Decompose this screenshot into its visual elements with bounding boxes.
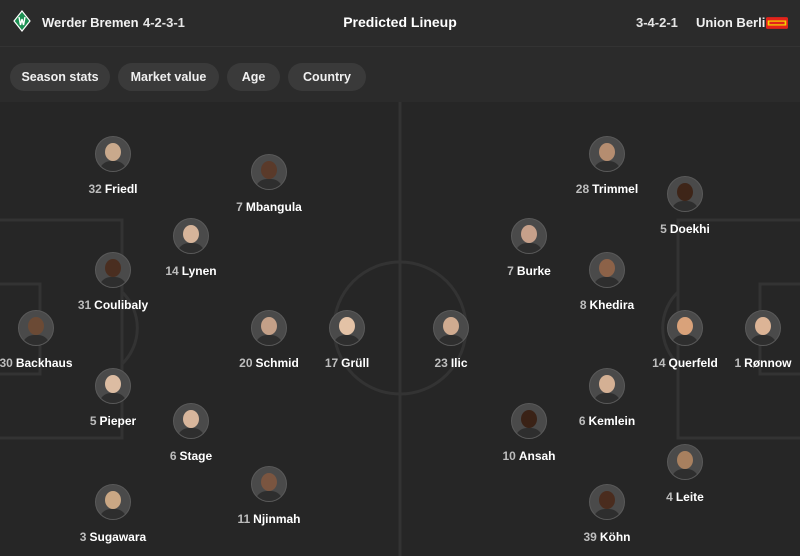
- player-coulibaly[interactable]: 31 Coulibaly: [53, 252, 173, 312]
- player-number: 11: [237, 512, 251, 526]
- player-kohn[interactable]: 39 Köhn: [547, 484, 667, 544]
- player-khedira[interactable]: 8 Khedira: [547, 252, 667, 312]
- player-number: 28: [575, 182, 590, 196]
- player-name: Njinmah: [253, 512, 301, 526]
- player-avatar: [95, 484, 131, 520]
- player-name: Rønnow: [744, 356, 792, 370]
- player-number: 7: [507, 264, 514, 278]
- player-label: 11 Njinmah: [209, 512, 329, 526]
- player-avatar: [95, 252, 131, 288]
- player-number: 1: [734, 356, 742, 370]
- player-avatar: [511, 403, 547, 439]
- player-name: Doekhi: [669, 222, 710, 236]
- player-label: 17 Grüll: [287, 356, 407, 370]
- player-label: 32 Friedl: [53, 182, 173, 196]
- player-avatar: [511, 218, 547, 254]
- player-avatar: [667, 444, 703, 480]
- tab-market-value[interactable]: Market value: [118, 63, 219, 91]
- player-avatar: [589, 252, 625, 288]
- player-avatar: [18, 310, 54, 346]
- player-name: Burke: [516, 264, 551, 278]
- pitch: 32 Friedl 7 Mbangula 14 Lynen 31 Coulibaly 3…: [0, 102, 800, 556]
- player-avatar: [589, 484, 625, 520]
- player-label: 7 Mbangula: [209, 200, 329, 214]
- player-avatar: [745, 310, 781, 346]
- player-number: 5: [660, 222, 667, 236]
- player-name: Stage: [179, 449, 213, 463]
- player-avatar: [173, 218, 209, 254]
- player-avatar: [667, 176, 703, 212]
- union-berlin-logo-icon: [766, 17, 788, 29]
- player-mbangula[interactable]: 7 Mbangula: [209, 154, 329, 214]
- player-avatar: [95, 136, 131, 172]
- player-doekhi[interactable]: 5 Doekhi: [625, 176, 745, 236]
- player-avatar: [95, 368, 131, 404]
- player-name: Ansah: [518, 449, 556, 463]
- away-formation: 3-4-2-1: [636, 15, 678, 30]
- player-friedl[interactable]: 32 Friedl: [53, 136, 173, 196]
- player-label: 6 Stage: [131, 449, 251, 463]
- player-name: Mbangula: [245, 200, 302, 214]
- player-number: 32: [88, 182, 102, 196]
- player-avatar: [433, 310, 469, 346]
- player-number: 30: [0, 356, 13, 370]
- player-grull[interactable]: 17 Grüll: [287, 310, 407, 370]
- player-label: 10 Ansah: [469, 449, 589, 463]
- player-ilic[interactable]: 23 Ilic: [391, 310, 511, 370]
- player-number: 6: [169, 449, 177, 463]
- player-name: Lynen: [181, 264, 217, 278]
- player-njinmah[interactable]: 11 Njinmah: [209, 466, 329, 526]
- player-avatar: [251, 154, 287, 190]
- player-label: 1 Rønnow: [703, 356, 800, 370]
- player-avatar: [251, 310, 287, 346]
- player-label: 5 Doekhi: [625, 222, 745, 236]
- player-avatar: [173, 403, 209, 439]
- player-label: 3 Sugawara: [53, 530, 173, 544]
- player-number: 23: [434, 356, 448, 370]
- player-name: Coulibaly: [94, 298, 149, 312]
- player-number: 4: [666, 490, 673, 504]
- player-number: 7: [236, 200, 243, 214]
- player-label: 39 Köhn: [547, 530, 667, 544]
- tab-season-stats[interactable]: Season stats: [10, 63, 110, 91]
- player-avatar: [251, 466, 287, 502]
- tab-country[interactable]: Country: [288, 63, 366, 91]
- player-number: 5: [89, 414, 97, 428]
- player-name: Ilic: [450, 356, 468, 370]
- player-label: 23 Ilic: [391, 356, 511, 370]
- player-number: 3: [79, 530, 87, 544]
- player-number: 10: [502, 449, 516, 463]
- player-number: 8: [579, 298, 587, 312]
- lineup-header: Werder Bremen 4-2-3-1 Predicted Lineup 3…: [0, 0, 800, 46]
- player-name: Kemlein: [588, 414, 636, 428]
- player-number: 39: [583, 530, 597, 544]
- player-avatar: [589, 136, 625, 172]
- player-number: 20: [239, 356, 253, 370]
- player-name: Grüll: [341, 356, 370, 370]
- player-name: Sugawara: [89, 530, 147, 544]
- player-name: Friedl: [104, 182, 138, 196]
- player-ronnow[interactable]: 1 Rønnow: [703, 310, 800, 370]
- player-backhaus[interactable]: 30 Backhaus: [0, 310, 96, 370]
- player-stage[interactable]: 6 Stage: [131, 403, 251, 463]
- player-avatar: [329, 310, 365, 346]
- tab-age[interactable]: Age: [227, 63, 280, 91]
- player-name: Leite: [675, 490, 704, 504]
- player-ansah[interactable]: 10 Ansah: [469, 403, 589, 463]
- away-team-name[interactable]: Union Berlin: [696, 15, 773, 30]
- player-sugawara[interactable]: 3 Sugawara: [53, 484, 173, 544]
- player-avatar: [667, 310, 703, 346]
- player-name: Köhn: [599, 530, 631, 544]
- page-title: Predicted Lineup: [343, 14, 457, 30]
- stats-tab-bar: Season stats Market value Age Country: [0, 46, 800, 103]
- player-number: 17: [324, 356, 339, 370]
- player-avatar: [589, 368, 625, 404]
